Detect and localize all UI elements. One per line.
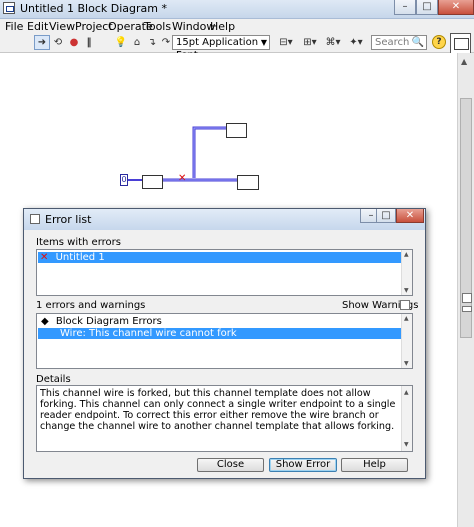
broken-wire-icon[interactable]: ✕: [178, 173, 186, 184]
details-scrollbar[interactable]: ▲ ▼: [401, 386, 412, 451]
menu-help[interactable]: Help: [210, 20, 235, 33]
show-warnings-checkbox[interactable]: [400, 300, 410, 310]
tree-item-row[interactable]: Wire: This channel wire cannot fork: [38, 328, 401, 339]
window-title: Untitled 1 Block Diagram *: [20, 2, 167, 15]
help-icon[interactable]: ?: [432, 35, 446, 49]
scroll-down-icon[interactable]: ▼: [404, 287, 409, 294]
vertical-scrollbar[interactable]: ▲: [457, 53, 474, 527]
clean-up-icon[interactable]: ✦▾: [346, 35, 366, 50]
help-button[interactable]: Help: [341, 458, 408, 472]
maximize-button[interactable]: □: [416, 0, 438, 15]
items-list[interactable]: ✕ Untitled 1 ▲ ▼: [36, 249, 413, 296]
run-arrow-icon[interactable]: ➜: [34, 35, 50, 50]
menu-file[interactable]: File: [5, 20, 23, 33]
pause-icon[interactable]: ‖: [81, 35, 97, 50]
minimize-button[interactable]: –: [394, 0, 416, 15]
errors-tree[interactable]: ◆ Block Diagram Errors Wire: This channe…: [36, 313, 413, 369]
writer-endpoint-node[interactable]: [142, 175, 163, 189]
distribute-objects-icon[interactable]: ⊞▾: [300, 35, 320, 50]
font-select[interactable]: 15pt Application Font ▼: [172, 35, 270, 61]
dialog-title-bar: Error list – □ ✕: [24, 209, 425, 230]
menu-view[interactable]: View: [49, 20, 75, 33]
scroll-down-icon[interactable]: ▼: [404, 439, 409, 450]
reorder-icon[interactable]: ⌘▾: [323, 35, 343, 50]
chevron-down-icon: ▼: [260, 38, 267, 47]
list-item[interactable]: ✕ Untitled 1: [38, 252, 401, 263]
align-objects-icon[interactable]: ⊟▾: [276, 35, 296, 50]
numeric-constant[interactable]: 0: [120, 174, 128, 186]
reader-endpoint-node[interactable]: [226, 123, 247, 138]
error-x-icon: ✕: [40, 252, 49, 263]
search-icon[interactable]: 🔍: [410, 35, 426, 50]
panel-icon: [462, 293, 472, 303]
errors-scrollbar[interactable]: ▲ ▼: [401, 314, 412, 368]
items-scrollbar[interactable]: ▲ ▼: [401, 250, 412, 295]
scroll-down-icon[interactable]: ▼: [404, 360, 409, 367]
highlight-execution-icon[interactable]: 💡: [113, 35, 129, 50]
list-item-label: Untitled 1: [55, 252, 105, 263]
tree-item-label: Wire: This channel wire cannot fork: [60, 328, 237, 339]
abort-icon[interactable]: ●: [66, 35, 82, 50]
toolbar: ➜ ⟲ ● ‖ 💡 ⌂ ↴ ↷ 15pt Application Font ▼ …: [0, 33, 474, 61]
reader-endpoint-node[interactable]: [237, 175, 259, 190]
tree-bullet-icon: ◆: [41, 316, 49, 327]
show-error-button[interactable]: Show Error: [269, 458, 337, 472]
panel-icon: [462, 306, 472, 312]
menu-window[interactable]: Window: [172, 20, 215, 33]
menu-tools[interactable]: Tools: [144, 20, 171, 33]
retain-wire-values-icon[interactable]: ⌂: [129, 35, 145, 50]
items-with-errors-label: Items with errors: [36, 237, 121, 248]
details-label: Details: [36, 374, 71, 385]
scroll-up-icon[interactable]: ▲: [404, 251, 409, 258]
run-continuous-icon[interactable]: ⟲: [50, 35, 66, 50]
close-window-button[interactable]: ✕: [438, 0, 474, 15]
dialog-maximize-button[interactable]: □: [376, 209, 396, 223]
details-body: This channel wire is forked, but this ch…: [40, 388, 396, 432]
dialog-close-button[interactable]: ✕: [396, 209, 424, 223]
error-count-label: 1 errors and warnings: [36, 300, 146, 311]
details-text: This channel wire is forked, but this ch…: [36, 385, 413, 452]
close-button[interactable]: Close: [197, 458, 264, 472]
menu-edit[interactable]: Edit: [27, 20, 48, 33]
error-list-icon: [30, 214, 40, 224]
block-diagram-icon: [3, 2, 15, 14]
window-title-bar: Untitled 1 Block Diagram * – □ ✕: [0, 0, 474, 19]
dialog-title: Error list: [45, 213, 92, 226]
scroll-up-icon[interactable]: ▲: [461, 57, 467, 66]
tree-group-label: Block Diagram Errors: [55, 316, 162, 327]
menu-project[interactable]: Project: [75, 20, 113, 33]
branch-wire: [192, 126, 226, 178]
scroll-up-icon[interactable]: ▲: [404, 315, 409, 322]
menu-bar: File Edit View Project Operate Tools Win…: [0, 19, 474, 33]
tree-group-row[interactable]: ◆ Block Diagram Errors: [41, 316, 162, 327]
vi-icon[interactable]: [450, 33, 471, 54]
scroll-up-icon[interactable]: ▲: [404, 387, 409, 398]
error-list-dialog: Error list – □ ✕ Items with errors ✕ Unt…: [23, 208, 426, 479]
